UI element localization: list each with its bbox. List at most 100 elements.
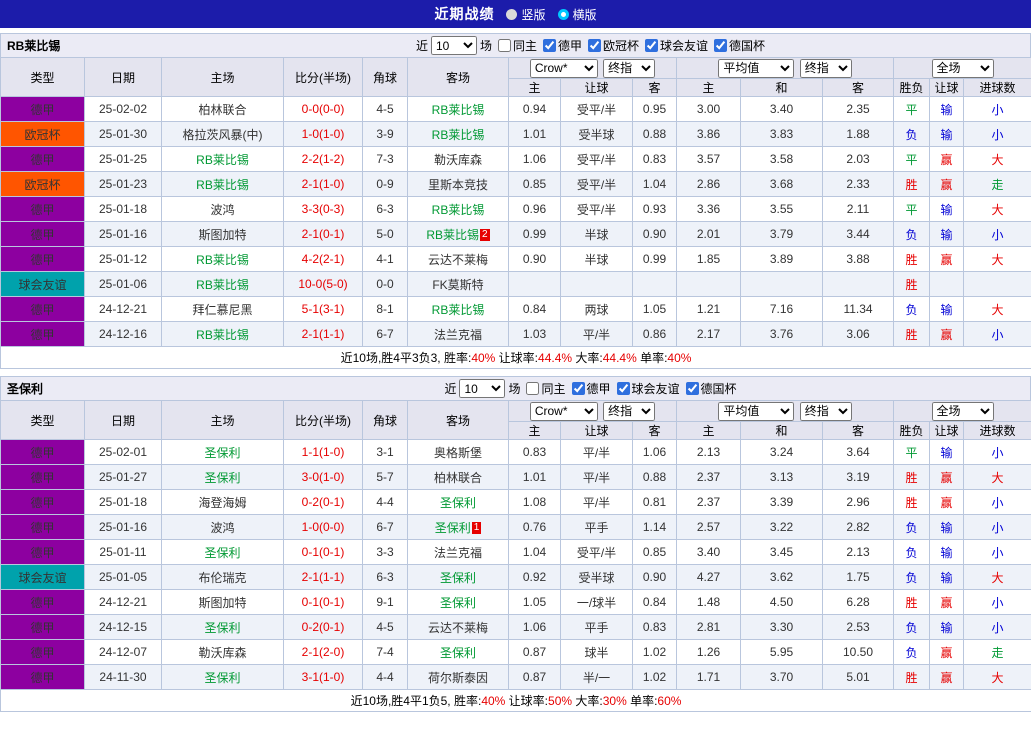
eu-home-odds: 3.00 <box>676 96 741 122</box>
match-score: 2-1(1-1) <box>283 321 363 347</box>
filter-checkbox[interactable] <box>714 38 728 52</box>
filter-option-label: 德甲 <box>557 38 582 53</box>
corner-score: 0-0 <box>362 271 408 297</box>
match-result: 负 <box>893 296 931 322</box>
eu-away-odds: 2.35 <box>821 96 895 122</box>
filter-option[interactable]: 德国杯 <box>714 37 765 54</box>
away-team: 柏林联合 <box>407 464 509 490</box>
match-date: 25-01-18 <box>84 196 162 222</box>
filter-checkbox[interactable] <box>685 381 699 395</box>
filter-option[interactable]: 德国杯 <box>685 380 737 397</box>
league-badge: 德甲 <box>0 539 85 565</box>
summary-stat-label: 让球率: <box>505 694 549 708</box>
ah-handicap: 球半 <box>560 639 633 665</box>
away-team: 圣保利 <box>407 489 509 515</box>
league-badge: 欧冠杯 <box>0 171 85 197</box>
average-select[interactable]: 平均值 <box>718 401 795 421</box>
ah-away-odds: 1.06 <box>632 439 677 465</box>
eu-final-select[interactable]: 终指 <box>799 58 852 78</box>
ah-home-odds: 0.85 <box>508 171 561 197</box>
ah-final-select[interactable]: 终指 <box>603 58 656 78</box>
eu-home-odds: 1.85 <box>676 246 741 272</box>
league-badge: 德甲 <box>0 321 85 347</box>
ah-final-select[interactable]: 终指 <box>603 401 656 421</box>
col-goals: 进球数 <box>963 78 1031 97</box>
goals-result: 小 <box>963 539 1031 565</box>
filter-checkbox[interactable] <box>616 381 630 395</box>
corner-score: 5-0 <box>362 221 408 247</box>
section-header: 圣保利 近 10 场 同主 德甲 球会友谊 德国杯 <box>0 376 1031 400</box>
filter-option[interactable]: 同主 <box>526 380 566 397</box>
radio-unselected-icon[interactable] <box>506 8 518 20</box>
goals-result: 大 <box>963 146 1031 172</box>
match-result: 胜 <box>893 271 931 297</box>
summary-stat-label: 让球率: <box>495 351 539 365</box>
average-select[interactable]: 平均值 <box>718 58 795 78</box>
away-team: RB莱比锡 <box>407 121 509 147</box>
odds-company-select[interactable]: Crow* <box>529 58 598 78</box>
away-team: 圣保利 1 <box>407 514 509 540</box>
filter-checkbox[interactable] <box>588 38 601 52</box>
filter-option-label: 欧冠杯 <box>603 38 640 53</box>
filter-option[interactable]: 同主 <box>497 37 537 54</box>
match-result: 胜 <box>893 464 931 490</box>
eu-home-odds: 1.71 <box>676 664 741 690</box>
handicap-result: 输 <box>929 296 965 322</box>
filter-checkbox[interactable] <box>497 38 511 52</box>
radio-selected-icon[interactable] <box>557 8 569 20</box>
col-score: 比分(半场) <box>283 57 363 97</box>
match-score: 3-1(1-0) <box>283 664 363 690</box>
home-team: RB莱比锡 <box>161 321 284 347</box>
summary-stat-value: 40% <box>471 351 496 365</box>
match-score: 0-1(0-1) <box>283 589 363 615</box>
eu-home-odds: 1.21 <box>676 296 741 322</box>
match-count-select[interactable]: 10 <box>459 379 506 398</box>
radio-label-horizontal[interactable]: 横版 <box>573 6 597 23</box>
filter-options: 同主 德甲 球会友谊 德国杯 <box>520 380 737 398</box>
filter-checkbox[interactable] <box>542 38 556 52</box>
filter-checkbox[interactable] <box>571 381 585 395</box>
handicap-result: 输 <box>929 221 965 247</box>
goals-result: 小 <box>963 221 1031 247</box>
ah-home-odds: 1.05 <box>508 589 561 615</box>
filter-option[interactable]: 德甲 <box>571 380 611 397</box>
filter-checkbox[interactable] <box>645 38 659 52</box>
page-title: 近期战绩 <box>434 6 495 22</box>
filter-option[interactable]: 欧冠杯 <box>588 37 639 54</box>
match-count-select[interactable]: 10 <box>430 36 477 55</box>
radio-label-vertical[interactable]: 竖版 <box>521 6 545 23</box>
away-team: RB莱比锡 2 <box>407 221 509 247</box>
ah-home-odds: 0.99 <box>508 221 561 247</box>
home-team: 勒沃库森 <box>161 639 284 665</box>
match-score: 2-1(2-0) <box>283 639 363 665</box>
summary-stat-label: 胜率: <box>450 694 482 708</box>
filter-option[interactable]: 球会友谊 <box>616 380 680 397</box>
eu-final-select[interactable]: 终指 <box>799 401 852 421</box>
filter-option[interactable]: 球会友谊 <box>645 37 708 54</box>
result-header: 全场 <box>893 400 1031 422</box>
odds-company-select[interactable]: Crow* <box>529 401 598 421</box>
ah-away-odds: 0.90 <box>632 221 677 247</box>
ah-away-odds: 0.85 <box>632 539 677 565</box>
fulltime-select[interactable]: 全场 <box>931 401 994 421</box>
eu-away-odds: 2.03 <box>821 146 895 172</box>
match-date: 25-01-16 <box>84 221 162 247</box>
home-team: 格拉茨风暴(中) <box>161 121 284 147</box>
home-team: 圣保利 <box>161 539 284 565</box>
filter-option-label: 同主 <box>541 381 566 396</box>
match-score: 1-0(1-0) <box>283 121 363 147</box>
filter-checkbox[interactable] <box>526 381 540 395</box>
handicap-result: 输 <box>929 121 965 147</box>
layout-option-vertical[interactable]: 竖版 <box>506 6 546 23</box>
match-row: 球会友谊 25-01-06 RB莱比锡 10-0(5-0) 0-0 FK莫斯特 胜 <box>0 271 1031 297</box>
league-badge: 德甲 <box>0 221 85 247</box>
eu-away-odds: 3.88 <box>821 246 895 272</box>
fulltime-select[interactable]: 全场 <box>931 58 994 78</box>
col-goals: 进球数 <box>963 421 1031 440</box>
filter-option[interactable]: 德甲 <box>542 37 582 54</box>
match-date: 25-01-18 <box>84 489 162 515</box>
corner-score: 4-4 <box>362 664 408 690</box>
layout-option-horizontal[interactable]: 横版 <box>557 6 597 23</box>
match-date: 24-12-16 <box>84 321 162 347</box>
corner-score: 0-9 <box>362 171 408 197</box>
